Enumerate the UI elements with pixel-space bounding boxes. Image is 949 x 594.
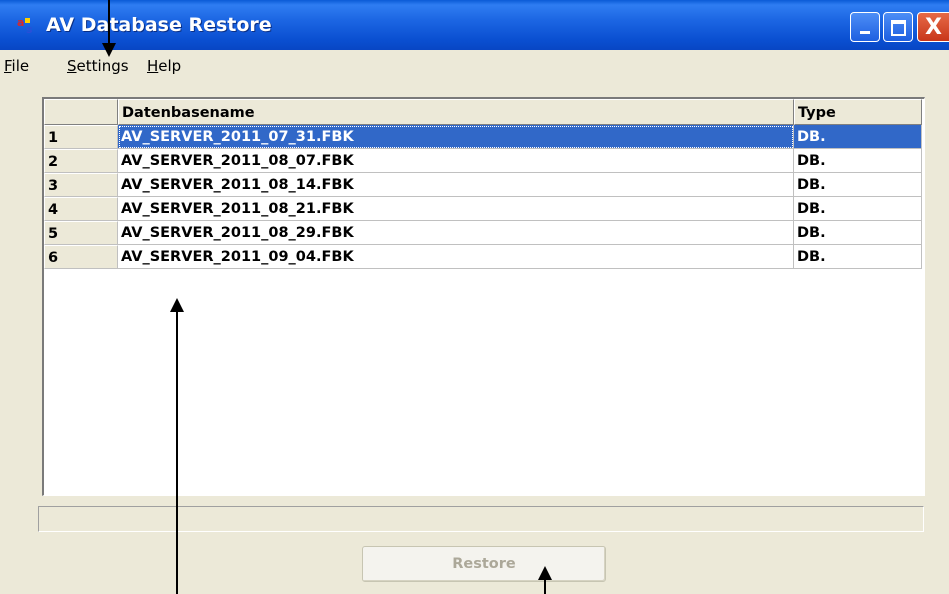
close-icon: X [925, 15, 942, 40]
window-title: AV Database Restore [46, 14, 272, 36]
database-name-cell[interactable]: AV_SERVER_2011_08_29.FBK [118, 221, 794, 245]
table-row[interactable]: 5 AV_SERVER_2011_08_29.FBK DB. [44, 221, 922, 245]
row-index-cell[interactable]: 1 [44, 125, 118, 149]
annotation-arrowhead-settings [102, 43, 116, 57]
type-cell[interactable]: DB. [794, 149, 922, 173]
menu-help[interactable]: Help [147, 57, 181, 75]
table-row[interactable]: 2 AV_SERVER_2011_08_07.FBK DB. [44, 149, 922, 173]
database-name-cell[interactable]: AV_SERVER_2011_08_21.FBK [118, 197, 794, 221]
column-header-type[interactable]: Type [794, 99, 922, 125]
annotation-arrowhead-grid [170, 298, 184, 312]
annotation-arrowhead-restore [538, 566, 552, 580]
restore-button[interactable]: Restore [362, 546, 606, 582]
type-cell[interactable]: DB. [794, 221, 922, 245]
annotation-arrow-settings [108, 0, 110, 45]
menu-settings[interactable]: Settings [67, 57, 129, 75]
app-window: a s AV Database Restore X File Settings … [0, 0, 949, 594]
table-row[interactable]: 3 AV_SERVER_2011_08_14.FBK DB. [44, 173, 922, 197]
annotation-arrow-restore [544, 578, 546, 594]
annotation-arrow-grid [176, 310, 178, 594]
progress-bar [38, 506, 924, 532]
column-header-index[interactable] [44, 99, 118, 125]
database-name-cell[interactable]: AV_SERVER_2011_09_04.FBK [118, 245, 794, 269]
row-index-cell[interactable]: 3 [44, 173, 118, 197]
close-button[interactable]: X [917, 12, 949, 42]
table-row[interactable]: 6 AV_SERVER_2011_09_04.FBK DB. [44, 245, 922, 269]
title-bar[interactable]: a s AV Database Restore X [0, 0, 949, 50]
type-cell[interactable]: DB. [794, 245, 922, 269]
svg-text:s: s [26, 23, 33, 35]
maximize-icon [891, 20, 906, 36]
row-index-cell[interactable]: 5 [44, 221, 118, 245]
row-index-cell[interactable]: 4 [44, 197, 118, 221]
database-name-cell[interactable]: AV_SERVER_2011_07_31.FBK [118, 125, 794, 149]
database-name-cell[interactable]: AV_SERVER_2011_08_07.FBK [118, 149, 794, 173]
row-index-cell[interactable]: 2 [44, 149, 118, 173]
menu-file[interactable]: File [4, 57, 29, 75]
svg-text:a: a [17, 16, 24, 29]
table-row[interactable]: 1 AV_SERVER_2011_07_31.FBK DB. [44, 125, 922, 149]
minimize-icon [860, 31, 870, 34]
column-header-name[interactable]: Datenbasename [118, 99, 794, 125]
type-cell[interactable]: DB. [794, 173, 922, 197]
app-icon: a s [17, 16, 33, 35]
database-grid[interactable]: Datenbasename Type 1 AV_SERVER_2011_07_31… [42, 97, 925, 496]
row-index-cell[interactable]: 6 [44, 245, 118, 269]
type-cell[interactable]: DB. [794, 197, 922, 221]
table-row[interactable]: 4 AV_SERVER_2011_08_21.FBK DB. [44, 197, 922, 221]
menu-bar: File Settings Help [0, 50, 949, 80]
type-cell[interactable]: DB. [794, 125, 922, 149]
minimize-button[interactable] [850, 12, 880, 42]
maximize-button[interactable] [883, 12, 913, 42]
database-name-cell[interactable]: AV_SERVER_2011_08_14.FBK [118, 173, 794, 197]
